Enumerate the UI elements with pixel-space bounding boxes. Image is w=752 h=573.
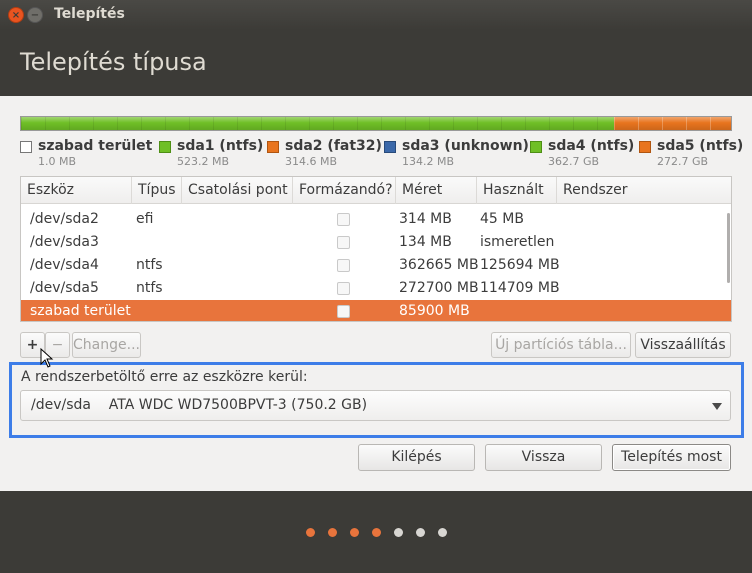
cell-used: ismeretlen: [480, 234, 555, 250]
legend-swatch: [639, 141, 651, 153]
legend-size: 362.7 GB: [548, 155, 600, 168]
legend-size: 314.6 MB: [285, 155, 338, 168]
format-checkbox[interactable]: [337, 305, 350, 318]
progress-dot: [416, 528, 425, 537]
legend-name: sda4 (ntfs): [548, 138, 635, 154]
partition-table[interactable]: Eszköz Típus Csatolási pont Formázandó? …: [20, 176, 732, 322]
progress-dot: [372, 528, 381, 537]
format-checkbox[interactable]: [337, 259, 350, 272]
cell-used: 114709 MB: [480, 280, 560, 296]
progress-dot: [394, 528, 403, 537]
progress-dot: [306, 528, 315, 537]
legend-name: sda1 (ntfs): [177, 138, 264, 154]
legend-swatch: [530, 141, 542, 153]
cell-size: 314 MB: [399, 211, 452, 227]
cell-size: 272700 MB: [399, 280, 479, 296]
quit-button[interactable]: Kilépés: [358, 444, 475, 471]
format-checkbox[interactable]: [337, 236, 350, 249]
table-row[interactable]: /dev/sda5 ntfs 272700 MB 114709 MB: [21, 277, 731, 300]
format-checkbox[interactable]: [337, 213, 350, 226]
progress-dot: [350, 528, 359, 537]
column-header-mount[interactable]: Csatolási pont: [182, 177, 293, 204]
table-header: Eszköz Típus Csatolási pont Formázandó? …: [21, 177, 731, 204]
legend-size: 134.2 MB: [402, 155, 455, 168]
window-title: Telepítés: [54, 6, 125, 22]
legend-name: szabad terület: [38, 138, 153, 154]
cell-type: efi: [136, 211, 154, 227]
partition-legend: szabad terület 1.0 MB sda1 (ntfs) 523.2 …: [20, 138, 744, 168]
column-header-format[interactable]: Formázandó?: [293, 177, 396, 204]
legend-swatch: [267, 141, 279, 153]
bootloader-device-select[interactable]: /dev/sda ATA WDC WD7500BPVT-3 (750.2 GB): [20, 390, 731, 421]
progress-dot: [328, 528, 337, 537]
legend-name: sda5 (ntfs): [657, 138, 744, 154]
progress-footer: [0, 491, 752, 573]
page-header: Telepítés típusa: [0, 30, 752, 96]
change-partition-button[interactable]: Change...: [72, 332, 141, 358]
window-titlebar: × − Telepítés: [0, 0, 752, 30]
cell-device: /dev/sda5: [30, 280, 99, 296]
table-row[interactable]: /dev/sda4 ntfs 362665 MB 125694 MB: [21, 254, 731, 277]
cell-device: /dev/sda2: [30, 211, 99, 227]
table-row[interactable]: /dev/sda2 efi 314 MB 45 MB: [21, 208, 731, 231]
bootloader-selected-value: /dev/sda ATA WDC WD7500BPVT-3 (750.2 GB): [31, 397, 368, 413]
format-checkbox[interactable]: [337, 282, 350, 295]
revert-button[interactable]: Visszaállítás: [635, 332, 731, 358]
close-window-button[interactable]: ×: [8, 7, 24, 23]
new-partition-table-button[interactable]: Új partíciós tábla...: [491, 332, 631, 358]
column-header-type[interactable]: Típus: [132, 177, 182, 204]
partition-bar-segment-green: [21, 117, 614, 130]
mouse-cursor-icon: [40, 348, 54, 368]
page-title: Telepítés típusa: [20, 48, 207, 76]
legend-swatch: [384, 141, 396, 153]
cell-type: ntfs: [136, 280, 163, 296]
back-button[interactable]: Vissza: [485, 444, 602, 471]
cell-device: /dev/sda3: [30, 234, 99, 250]
legend-size: 272.7 GB: [657, 155, 709, 168]
cell-device: szabad terület: [30, 303, 131, 319]
legend-size: 523.2 MB: [177, 155, 230, 168]
bootloader-label: A rendszerbetöltő erre az eszközre kerül…: [21, 369, 308, 385]
table-row-selected[interactable]: szabad terület 85900 MB: [21, 300, 731, 321]
cell-size: 362665 MB: [399, 257, 479, 273]
column-header-used[interactable]: Használt: [477, 177, 557, 204]
cell-used: 45 MB: [480, 211, 524, 227]
partition-bar-segment-orange: [613, 117, 731, 130]
column-header-size[interactable]: Méret: [396, 177, 477, 204]
minimize-window-button[interactable]: −: [27, 7, 43, 23]
cell-size: 134 MB: [399, 234, 452, 250]
progress-dot: [438, 528, 447, 537]
cell-device: /dev/sda4: [30, 257, 99, 273]
table-row[interactable]: /dev/sda3 134 MB ismeretlen: [21, 231, 731, 254]
column-header-device[interactable]: Eszköz: [21, 177, 132, 204]
cell-used: 125694 MB: [480, 257, 560, 273]
legend-swatch: [159, 141, 171, 153]
partition-bar: [20, 116, 732, 131]
cell-size: 85900 MB: [399, 303, 470, 319]
legend-name: sda3 (unknown): [402, 138, 529, 154]
bootloader-section: A rendszerbetöltő erre az eszközre kerül…: [9, 362, 744, 438]
column-header-system[interactable]: Rendszer: [557, 177, 731, 204]
legend-swatch: [20, 141, 32, 153]
install-now-button[interactable]: Telepítés most: [612, 444, 731, 471]
cell-type: ntfs: [136, 257, 163, 273]
table-scrollbar[interactable]: [727, 213, 730, 283]
dropdown-arrow-icon: [712, 403, 722, 410]
legend-size: 1.0 MB: [38, 155, 77, 168]
main-content: szabad terület 1.0 MB sda1 (ntfs) 523.2 …: [0, 96, 752, 491]
legend-name: sda2 (fat32): [285, 138, 382, 154]
